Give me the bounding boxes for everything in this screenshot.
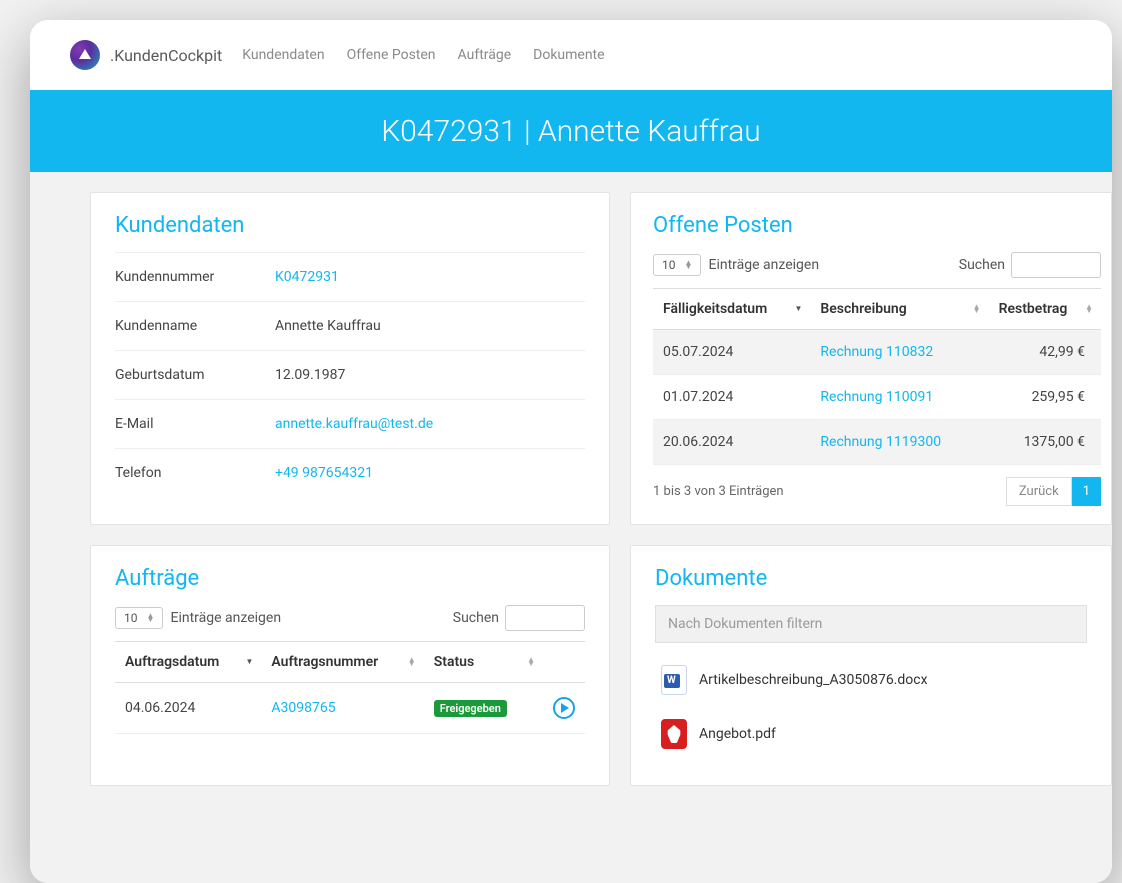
topbar: .KundenCockpit Kundendaten Offene Posten… (30, 20, 1112, 90)
col-auftragsdatum[interactable]: Auftragsdatum▼ (115, 642, 261, 683)
search-label: Suchen (453, 610, 499, 626)
kundendaten-card: Kundendaten Kundennummer K0472931 Kunden… (90, 192, 610, 525)
rechnung-link[interactable]: Rechnung 110091 (820, 389, 933, 405)
select-arrows-icon: ▲▼ (685, 261, 692, 269)
col-restbetrag[interactable]: Restbetrag▲▼ (989, 289, 1101, 330)
kv-row-geburtsdatum: Geburtsdatum 12.09.1987 (115, 350, 585, 399)
document-item[interactable]: Angebot.pdf (655, 707, 1087, 761)
auftraege-card: Aufträge 10 ▲▼ Einträge anzeigen Suchen (90, 545, 610, 786)
datatable-info: 1 bis 3 von 3 Einträgen (653, 484, 784, 499)
page-size-select[interactable]: 10 ▲▼ (115, 607, 163, 629)
cell-datum: 01.07.2024 (653, 375, 810, 420)
datatable-bottom: 1 bis 3 von 3 Einträgen Zurück 1 (653, 477, 1101, 506)
document-item[interactable]: Artikelbeschreibung_A3050876.docx (655, 653, 1087, 707)
brand: .KundenCockpit (70, 40, 222, 70)
kv-row-kundenname: Kundenname Annette Kauffrau (115, 301, 585, 350)
nav-tab-kundendaten[interactable]: Kundendaten (242, 47, 324, 63)
sort-icon: ▲▼ (973, 305, 981, 313)
status-badge: Freigegeben (434, 700, 507, 717)
kv-label: Kundennummer (115, 269, 275, 285)
col-beschreibung[interactable]: Beschreibung▲▼ (810, 289, 988, 330)
offene-posten-title: Offene Posten (653, 213, 1101, 238)
app-window: .KundenCockpit Kundendaten Offene Posten… (30, 20, 1112, 883)
entries-label: Einträge anzeigen (709, 257, 820, 273)
col-auftragsnummer[interactable]: Auftragsnummer▲▼ (261, 642, 423, 683)
cell-datum: 05.07.2024 (653, 330, 810, 375)
table-row: 20.06.2024 Rechnung 1119300 1375,00 € (653, 420, 1101, 465)
auftraege-table: Auftragsdatum▼ Auftragsnummer▲▼ Status▲▼… (115, 641, 585, 734)
cell-betrag: 42,99 € (989, 330, 1101, 375)
rechnung-link[interactable]: Rechnung 1119300 (820, 434, 941, 450)
banner-text: K0472931 | Annette Kauffrau (381, 114, 761, 149)
auftraege-search-input[interactable] (505, 605, 585, 631)
kv-row-telefon: Telefon +49 987654321 (115, 448, 585, 497)
nav-tabs: Kundendaten Offene Posten Aufträge Dokum… (242, 47, 604, 63)
col-status[interactable]: Status▲▼ (424, 642, 543, 683)
select-arrows-icon: ▲▼ (147, 614, 154, 622)
page-size-select[interactable]: 10 ▲▼ (653, 254, 701, 276)
kv-label: Telefon (115, 465, 275, 481)
word-file-icon (661, 665, 687, 695)
brand-text: .KundenCockpit (110, 46, 222, 65)
page-size-value: 10 (662, 258, 676, 272)
pagination: Zurück 1 (1006, 477, 1101, 506)
search-label: Suchen (959, 257, 1005, 273)
sort-icon: ▲▼ (527, 658, 535, 666)
pager-prev-button[interactable]: Zurück (1006, 477, 1072, 506)
kv-label: Geburtsdatum (115, 367, 275, 383)
dokumente-card: Dokumente Nach Dokumenten filtern Artike… (630, 545, 1112, 786)
nav-tab-offene-posten[interactable]: Offene Posten (347, 47, 436, 63)
auftraege-title: Aufträge (115, 566, 585, 591)
table-row: 04.06.2024 A3098765 Freigegeben (115, 683, 585, 734)
nav-tab-auftraege[interactable]: Aufträge (458, 47, 512, 63)
kv-label: Kundenname (115, 318, 275, 334)
col-action (543, 642, 585, 683)
kv-row-kundennummer: Kundennummer K0472931 (115, 252, 585, 301)
pager-current-page[interactable]: 1 (1072, 477, 1101, 506)
rechnung-link[interactable]: Rechnung 110832 (820, 344, 933, 360)
pdf-file-icon (661, 719, 687, 749)
offene-search-input[interactable] (1011, 252, 1101, 278)
kv-value-link[interactable]: +49 987654321 (275, 465, 585, 481)
cell-betrag: 259,95 € (989, 375, 1101, 420)
page-banner: K0472931 | Annette Kauffrau (30, 90, 1112, 172)
cell-betrag: 1375,00 € (989, 420, 1101, 465)
cell-datum: 20.06.2024 (653, 420, 810, 465)
nav-tab-dokumente[interactable]: Dokumente (533, 47, 604, 63)
sort-icon: ▼ (245, 660, 253, 664)
datatable-top: 10 ▲▼ Einträge anzeigen Suchen (115, 605, 585, 631)
auftragsnummer-link[interactable]: A3098765 (271, 700, 335, 716)
sort-icon: ▲▼ (408, 658, 416, 666)
kv-value: 12.09.1987 (275, 367, 585, 383)
sort-icon: ▲▼ (1085, 305, 1093, 313)
play-icon[interactable] (553, 697, 575, 719)
entries-label: Einträge anzeigen (171, 610, 282, 626)
table-row: 01.07.2024 Rechnung 110091 259,95 € (653, 375, 1101, 420)
table-row: 05.07.2024 Rechnung 110832 42,99 € (653, 330, 1101, 375)
kv-value-link[interactable]: K0472931 (275, 269, 585, 285)
dokumente-title: Dokumente (655, 566, 1087, 591)
page-size-value: 10 (124, 611, 138, 625)
document-name: Artikelbeschreibung_A3050876.docx (699, 672, 928, 688)
offene-posten-card: Offene Posten 10 ▲▼ Einträge anzeigen Su… (630, 192, 1112, 525)
kv-value: Annette Kauffrau (275, 318, 585, 334)
kv-row-email: E-Mail annette.kauffrau@test.de (115, 399, 585, 448)
col-faelligkeitsdatum[interactable]: Fälligkeitsdatum▼ (653, 289, 810, 330)
kv-value-link[interactable]: annette.kauffrau@test.de (275, 416, 585, 432)
content: K0472931 | Annette Kauffrau Kundendaten … (30, 90, 1112, 883)
sort-icon: ▼ (794, 307, 802, 311)
datatable-top: 10 ▲▼ Einträge anzeigen Suchen (653, 252, 1101, 278)
offene-table: Fälligkeitsdatum▼ Beschreibung▲▼ Restbet… (653, 288, 1101, 465)
document-name: Angebot.pdf (699, 726, 776, 742)
cell-datum: 04.06.2024 (115, 683, 261, 734)
kv-label: E-Mail (115, 416, 275, 432)
dokumente-filter-input[interactable]: Nach Dokumenten filtern (655, 605, 1087, 643)
brand-logo-icon (70, 40, 100, 70)
kundendaten-title: Kundendaten (115, 213, 585, 238)
